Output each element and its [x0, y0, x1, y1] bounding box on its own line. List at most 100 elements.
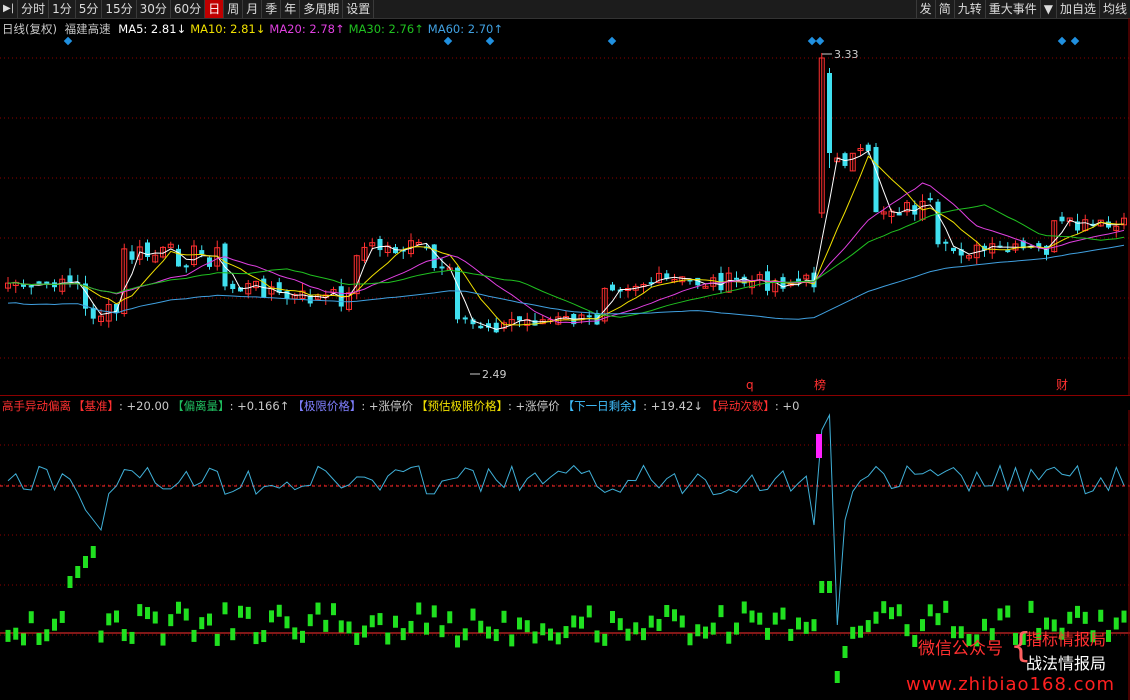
- indicator-bar: [687, 633, 693, 646]
- indicator-bar: [912, 634, 918, 647]
- candle: [1121, 212, 1127, 230]
- play-step-icon[interactable]: ▶|: [0, 0, 19, 18]
- event-marker-0: q: [746, 378, 754, 392]
- indicator-bar: [145, 607, 150, 620]
- toolbar-action-4[interactable]: ▼: [1039, 0, 1056, 18]
- indicator-bar: [796, 617, 801, 630]
- indicator-bar: [602, 633, 608, 646]
- toolbar-action-6[interactable]: 均线: [1098, 0, 1130, 18]
- indicator-bar: [183, 608, 189, 621]
- indicator-bar: [98, 630, 104, 643]
- tab-period-8[interactable]: 月: [243, 0, 263, 18]
- tab-period-2[interactable]: 5分: [76, 0, 103, 18]
- candle: [896, 207, 902, 216]
- indicator-bar: [36, 632, 42, 645]
- candle: [857, 143, 864, 156]
- toolbar-action-3[interactable]: 重大事件: [984, 0, 1040, 18]
- ma-line-4: [7, 244, 1125, 320]
- tab-period-5[interactable]: 60分: [171, 0, 206, 18]
- indicator-bar: [408, 620, 414, 633]
- indicator-bar: [873, 611, 879, 624]
- candle: [5, 277, 11, 292]
- period-toolbar: ▶| 分时 1分 5分 15分 30分 60分日周月季年多周期 设置 发简九转 重大事件 ▼ 加自…: [0, 0, 1130, 19]
- toolbar-action-2[interactable]: 九转: [953, 0, 985, 18]
- indicator-bar: [253, 632, 259, 645]
- toolbar-action-0[interactable]: 发: [915, 0, 935, 18]
- indicator-bar: [811, 619, 817, 632]
- candle: [508, 311, 515, 332]
- indicator-bar: [455, 635, 460, 648]
- candle: [191, 240, 197, 268]
- candle: [176, 244, 181, 267]
- indicator-bar: [772, 612, 778, 625]
- indicator-bar: [269, 610, 274, 623]
- period-tabs: 分时 1分 5分 15分 30分 60分日周月季年多周期 设置: [18, 0, 375, 18]
- indicator-bar: [222, 602, 228, 615]
- indicator-bar: [896, 604, 902, 617]
- indicator-bar: [369, 615, 375, 628]
- candle: [284, 289, 290, 305]
- indicator-bar: [114, 610, 119, 623]
- indicator-bar: [362, 625, 367, 638]
- tab-period-3[interactable]: 15分: [102, 0, 137, 18]
- candle: [83, 275, 88, 316]
- candle: [632, 283, 639, 297]
- indicator-bar: [1121, 610, 1127, 623]
- tab-period-0[interactable]: 分时: [18, 0, 50, 18]
- indicator-bar: [788, 628, 794, 641]
- tab-period-11[interactable]: 多周期: [300, 0, 344, 18]
- indicator-bar: [555, 632, 561, 645]
- indicator-bar: [447, 611, 453, 624]
- indicator-bar: [757, 612, 763, 625]
- indicator-bar: [238, 605, 243, 618]
- indicator-bar: [1075, 605, 1080, 618]
- indicator-bar: [997, 608, 1003, 621]
- indicator-bar: [881, 601, 887, 614]
- indicator-bar: [137, 604, 143, 617]
- tab-period-7[interactable]: 周: [224, 0, 244, 18]
- indicator-bar: [75, 566, 81, 578]
- indicator-bar: [726, 631, 732, 644]
- tab-period-4[interactable]: 30分: [137, 0, 171, 18]
- indicator-bar: [338, 620, 344, 633]
- indicator-bar: [633, 622, 639, 635]
- tab-period-6[interactable]: 日: [205, 0, 225, 18]
- indicator-bar: [819, 581, 825, 593]
- toolbar-action-1[interactable]: 简: [934, 0, 954, 18]
- tab-period-1[interactable]: 1分: [49, 0, 76, 18]
- tab-period-10[interactable]: 年: [281, 0, 301, 18]
- candlestick-chart[interactable]: 3.33 2.49 q 榜 财: [0, 18, 1130, 395]
- indicator-bar: [129, 631, 135, 644]
- indicator-bar: [439, 625, 445, 638]
- indicator-bar: [517, 617, 522, 630]
- indicator-bar: [656, 618, 662, 631]
- candle: [431, 244, 437, 271]
- indicator-bar: [741, 601, 747, 614]
- indicator-bar: [245, 606, 251, 619]
- candle: [865, 142, 871, 155]
- indicator-bar: [625, 628, 631, 641]
- tab-period-12[interactable]: 设置: [343, 0, 375, 18]
- candle: [238, 287, 243, 292]
- indicator-bar: [563, 626, 569, 639]
- indicator-bar: [943, 600, 949, 613]
- candle: [640, 282, 647, 293]
- indicator-bar: [315, 602, 321, 615]
- indicator-bar: [765, 627, 770, 640]
- candle: [59, 274, 66, 295]
- toolbar-action-5[interactable]: 加自选: [1055, 0, 1099, 18]
- candle: [966, 253, 972, 261]
- candle: [849, 152, 856, 172]
- indicator-bar: [780, 607, 786, 620]
- indicator-bar: [501, 610, 507, 623]
- candle: [44, 281, 50, 289]
- indicator-bar: [160, 633, 166, 646]
- indicator-bar: [44, 629, 50, 642]
- tab-period-9[interactable]: 季: [262, 0, 282, 18]
- indicator-bar: [858, 625, 863, 638]
- indicator-bar: [1113, 617, 1119, 630]
- candle: [610, 281, 615, 292]
- indicator-bar: [307, 614, 313, 627]
- candle: [827, 68, 832, 168]
- candle: [1059, 211, 1065, 224]
